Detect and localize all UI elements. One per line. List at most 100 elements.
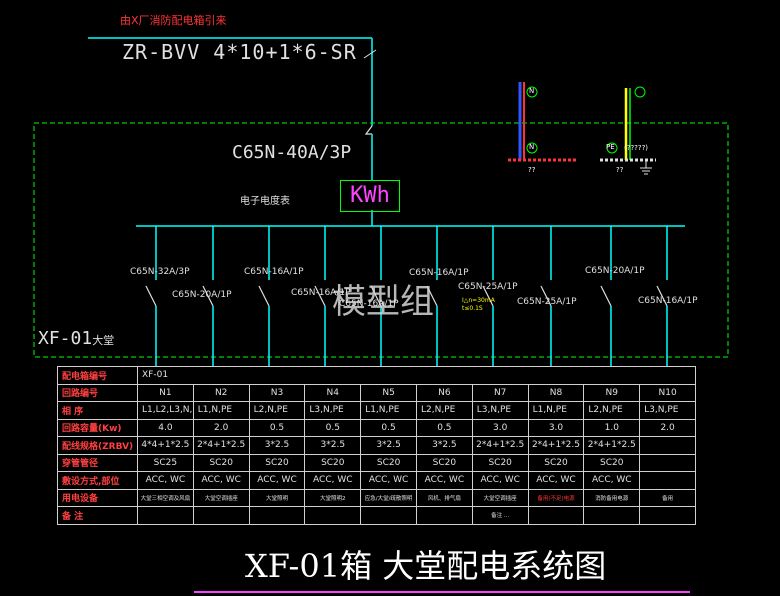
source-note: 由X厂消防配电箱引来 bbox=[120, 14, 227, 27]
table-cell: 0.5 bbox=[415, 418, 473, 437]
table-row: 备 注 备注 ... bbox=[57, 506, 697, 525]
row-header: 备 注 bbox=[57, 506, 138, 525]
box-code: XF-01 bbox=[38, 328, 93, 349]
table-cell: ACC, WC bbox=[471, 471, 529, 490]
ground-symbol-icon bbox=[640, 160, 652, 175]
table-cell: 3*2.5 bbox=[304, 436, 362, 455]
table-cell: SC20 bbox=[415, 453, 473, 472]
cable-tick bbox=[363, 49, 377, 59]
table-cell: ACC, WC bbox=[304, 471, 362, 490]
branch-breaker-label: C65N-16A/1P bbox=[638, 296, 698, 306]
table-cell: 3*2.5 bbox=[248, 436, 306, 455]
table-cell: L1,N,PE bbox=[527, 401, 585, 420]
table-cell: 3*2.5 bbox=[360, 436, 417, 455]
table-cell: N9 bbox=[583, 383, 641, 402]
table-row: 穿管管径 SC25 SC20 SC20 SC20 SC20 SC20 SC20 SC20 SC20 bbox=[57, 453, 697, 472]
table-cell bbox=[360, 506, 417, 525]
table-cell: L1,N,PE bbox=[360, 401, 417, 420]
table-cell bbox=[639, 471, 697, 490]
n-label-top: N bbox=[529, 87, 535, 95]
box-suffix: 大堂 bbox=[92, 334, 115, 347]
table-cell: 3.0 bbox=[471, 418, 529, 437]
table-cell bbox=[639, 436, 697, 455]
drawing-title: XF-01箱 大堂配电系统图 bbox=[245, 547, 607, 585]
table-cell: N1 bbox=[137, 383, 194, 402]
n-label: N bbox=[529, 143, 535, 151]
table-cell: L3,N,PE bbox=[639, 401, 697, 420]
table-cell: 大堂三相空调及风扇 bbox=[137, 488, 194, 507]
table-cell: 应急/大堂/疏散照明 bbox=[360, 488, 417, 507]
table-cell: SC20 bbox=[248, 453, 306, 472]
table-cell: N6 bbox=[415, 383, 473, 402]
table-cell: 大堂空调插座 bbox=[471, 488, 529, 507]
ground-icon-top bbox=[634, 86, 646, 98]
table-cell: ACC, WC bbox=[415, 471, 473, 490]
table-cell: SC20 bbox=[583, 453, 641, 472]
branch-breaker-switch-icon bbox=[145, 285, 157, 307]
pe-note: (?????) bbox=[624, 144, 649, 152]
kwh-meter-symbol: KWh bbox=[340, 180, 400, 212]
incoming-cable-spec: ZR-BVV 4*10+1*6-SR bbox=[122, 40, 357, 64]
row-header: 配电箱编号 bbox=[57, 366, 138, 385]
table-cell: ACC, WC bbox=[192, 471, 250, 490]
table-cell: 2*4+1*2.5 bbox=[583, 436, 641, 455]
table-cell: 0.5 bbox=[360, 418, 417, 437]
table-row: 回路容量(Kw) 4.0 2.0 0.5 0.5 0.5 0.5 3.0 3.0 1.0 2.0 bbox=[57, 418, 697, 437]
table-cell: 备用(不足)电源 bbox=[527, 488, 585, 507]
table-cell: 3.0 bbox=[527, 418, 585, 437]
table-cell: SC20 bbox=[304, 453, 362, 472]
table-cell: L3,N,PE bbox=[471, 401, 529, 420]
table-cell bbox=[415, 506, 473, 525]
table-cell bbox=[583, 506, 641, 525]
branch-breaker-label: C65N-16A/1P bbox=[291, 288, 351, 298]
table-cell: 4.0 bbox=[137, 418, 194, 437]
box-code-label: XF-01大堂 bbox=[38, 328, 114, 349]
branch-breaker-label: C65N-16A/1P bbox=[339, 299, 399, 309]
table-cell: ACC, WC bbox=[527, 471, 585, 490]
table-cell bbox=[248, 506, 306, 525]
pe-label: PE bbox=[606, 143, 615, 151]
table-cell: L2,N,PE bbox=[583, 401, 641, 420]
n-terminal-note: ?? bbox=[528, 166, 536, 174]
table-cell: L2,N,PE bbox=[248, 401, 306, 420]
rcd-current: I△n=30mA bbox=[462, 297, 495, 304]
rcd-label: I△n=30mA t≤0.1S bbox=[462, 297, 495, 313]
row-header: 用电设备 bbox=[57, 488, 138, 507]
table-cell: 0.5 bbox=[248, 418, 306, 437]
table-cell: N10 bbox=[639, 383, 697, 402]
table-row: 回路编号 N1 N2 N3 N4 N5 N6 N7 N8 N9 N10 bbox=[57, 383, 697, 402]
box-number-cell: XF-01 bbox=[136, 366, 697, 385]
branch-breaker-switch-icon bbox=[600, 285, 612, 307]
table-cell: N4 bbox=[304, 383, 362, 402]
table-cell: 2*4+1*2.5 bbox=[192, 436, 250, 455]
branch-breaker-label: C65N-25A/1P bbox=[517, 297, 577, 307]
table-cell: N8 bbox=[527, 383, 585, 402]
table-cell: 2.0 bbox=[192, 418, 250, 437]
row-header: 配线规格(ZRBV) bbox=[57, 436, 138, 455]
table-row: 敷设方式,部位 ACC, WC ACC, WC ACC, WC ACC, WC ACC, … bbox=[57, 471, 697, 490]
table-cell: SC20 bbox=[360, 453, 417, 472]
table-cell: 消防备用电源 bbox=[583, 488, 641, 507]
rcd-time: t≤0.1S bbox=[462, 305, 483, 312]
table-row: 用电设备 大堂三相空调及风扇 大堂空调插座 大堂照明 大堂照明2 应急/大堂/疏散照明 风机… bbox=[57, 488, 697, 507]
table-cell bbox=[304, 506, 362, 525]
table-cell: SC20 bbox=[471, 453, 529, 472]
table-cell: SC25 bbox=[137, 453, 194, 472]
table-cell: 备注 ... bbox=[471, 506, 529, 525]
branch-breaker-label: C65N-32A/3P bbox=[130, 267, 190, 277]
main-breaker-label: C65N-40A/3P bbox=[232, 142, 352, 163]
table-cell: ACC, WC bbox=[583, 471, 641, 490]
table-cell: N7 bbox=[471, 383, 529, 402]
table-cell: 大堂空调插座 bbox=[192, 488, 250, 507]
row-header: 敷设方式,部位 bbox=[57, 471, 138, 490]
table-cell: N2 bbox=[192, 383, 250, 402]
table-cell: 备用 bbox=[639, 488, 697, 507]
table-cell: 4*4+1*2.5 bbox=[137, 436, 194, 455]
table-cell: 2*4+1*2.5 bbox=[527, 436, 585, 455]
table-cell bbox=[192, 506, 250, 525]
table-cell: L1,N,PE bbox=[192, 401, 250, 420]
table-cell: L1,L2,L3,N,PE bbox=[137, 401, 194, 420]
table-cell: N5 bbox=[360, 383, 417, 402]
table-cell: 0.5 bbox=[304, 418, 362, 437]
table-cell bbox=[639, 506, 697, 525]
